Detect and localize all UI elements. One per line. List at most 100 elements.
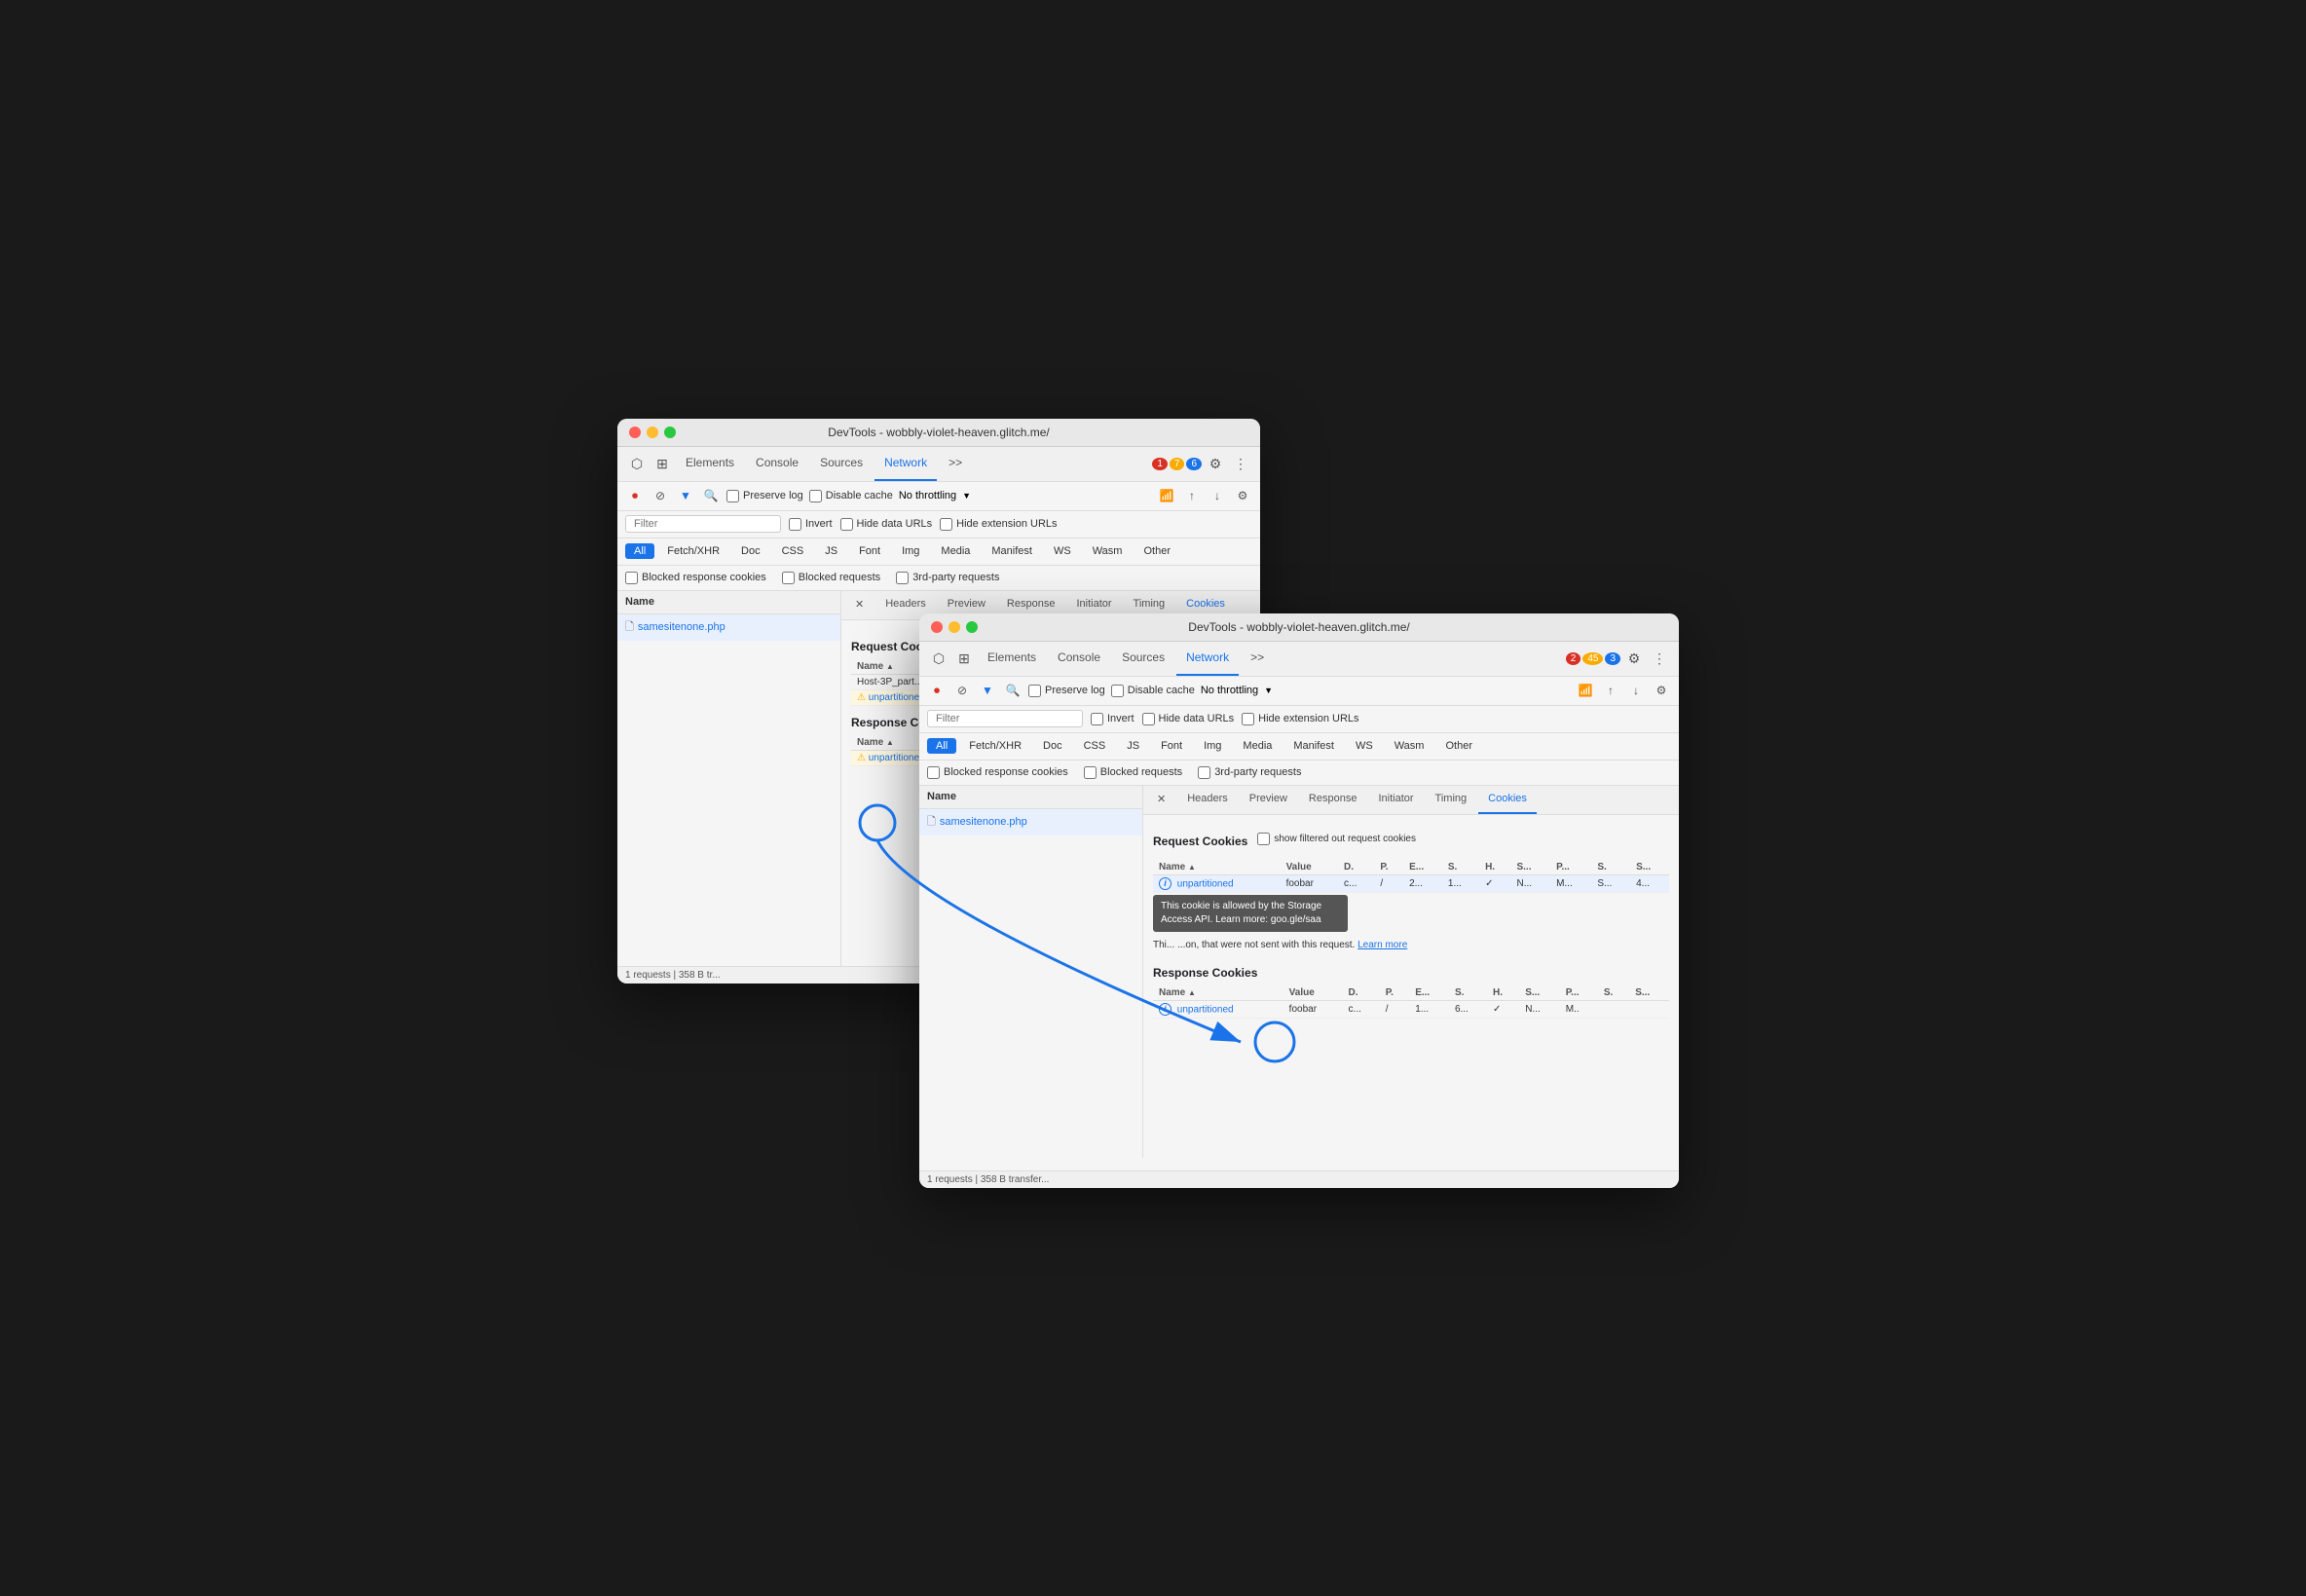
network-settings-icon-2[interactable]: ⚙ xyxy=(1652,681,1671,700)
device-icon-2[interactable]: ⊞ xyxy=(952,647,976,670)
device-icon[interactable]: ⊞ xyxy=(651,452,674,475)
invert-label-1[interactable]: Invert xyxy=(789,518,833,531)
blocked-response-label-1[interactable]: Blocked response cookies xyxy=(625,572,766,584)
detail-initiator-2[interactable]: Initiator xyxy=(1368,786,1423,814)
type-manifest-2[interactable]: Manifest xyxy=(1284,738,1343,754)
more-icon-1[interactable]: ⋮ xyxy=(1229,452,1252,475)
upload-icon-2[interactable]: ↑ xyxy=(1601,681,1620,700)
record-stop-icon-1[interactable]: ⏺ xyxy=(625,486,645,505)
search-icon-1[interactable]: 🔍 xyxy=(701,486,721,505)
tab-more-1[interactable]: >> xyxy=(939,447,972,481)
settings-icon-2[interactable]: ⚙ xyxy=(1622,647,1646,670)
throttling-arrow-2[interactable]: ▼ xyxy=(1264,686,1273,695)
type-ws-2[interactable]: WS xyxy=(1347,738,1382,754)
tab-network-1[interactable]: Network xyxy=(874,447,937,481)
third-party-checkbox-1[interactable] xyxy=(896,572,909,584)
hide-ext-checkbox-2[interactable] xyxy=(1242,713,1254,725)
blocked-response-label-2[interactable]: Blocked response cookies xyxy=(927,766,1068,779)
type-fetch-1[interactable]: Fetch/XHR xyxy=(658,543,728,559)
filter-input-1[interactable] xyxy=(625,515,781,533)
preserve-log-label-2[interactable]: Preserve log xyxy=(1028,685,1105,697)
type-css-1[interactable]: CSS xyxy=(773,543,813,559)
tab-elements-2[interactable]: Elements xyxy=(978,642,1046,676)
detail-cookies-2[interactable]: Cookies xyxy=(1478,786,1537,814)
type-fetch-2[interactable]: Fetch/XHR xyxy=(960,738,1030,754)
hide-data-urls-label-2[interactable]: Hide data URLs xyxy=(1142,713,1235,725)
invert-label-2[interactable]: Invert xyxy=(1091,713,1134,725)
tab-console-1[interactable]: Console xyxy=(746,447,808,481)
type-wasm-2[interactable]: Wasm xyxy=(1386,738,1433,754)
type-media-1[interactable]: Media xyxy=(932,543,979,559)
disable-cache-label-2[interactable]: Disable cache xyxy=(1111,685,1195,697)
filter-input-2[interactable] xyxy=(927,710,1083,727)
type-manifest-1[interactable]: Manifest xyxy=(983,543,1041,559)
table-row[interactable]: i unpartitioned foobar c... / 2... 1... … xyxy=(1153,874,1669,892)
hide-data-urls-checkbox-1[interactable] xyxy=(840,518,853,531)
third-party-checkbox-2[interactable] xyxy=(1198,766,1210,779)
tab-network-2[interactable]: Network xyxy=(1176,642,1239,676)
cursor-icon-2[interactable]: ⬡ xyxy=(927,647,950,670)
invert-checkbox-2[interactable] xyxy=(1091,713,1103,725)
table-row[interactable]: i unpartitioned foobar c... / 1... 6... … xyxy=(1153,1000,1669,1018)
download-icon-1[interactable]: ↓ xyxy=(1208,486,1227,505)
detail-timing-2[interactable]: Timing xyxy=(1426,786,1477,814)
close-button[interactable] xyxy=(629,427,641,438)
throttling-arrow-1[interactable]: ▼ xyxy=(962,491,971,501)
type-css-2[interactable]: CSS xyxy=(1075,738,1115,754)
minimize-button-2[interactable] xyxy=(948,621,960,633)
type-js-2[interactable]: JS xyxy=(1118,738,1148,754)
hide-ext-label-1[interactable]: Hide extension URLs xyxy=(940,518,1057,531)
show-filtered-label[interactable]: show filtered out request cookies xyxy=(1257,833,1416,845)
tab-console-2[interactable]: Console xyxy=(1048,642,1110,676)
type-img-1[interactable]: Img xyxy=(893,543,928,559)
name-row-1[interactable]: 🗋 samesitenone.php xyxy=(617,614,840,641)
network-settings-icon-1[interactable]: ⚙ xyxy=(1233,486,1252,505)
preserve-log-checkbox-1[interactable] xyxy=(726,490,739,502)
download-icon-2[interactable]: ↓ xyxy=(1626,681,1646,700)
blocked-requests-checkbox-1[interactable] xyxy=(782,572,795,584)
wifi-icon-2[interactable]: 📶 xyxy=(1576,681,1595,700)
type-font-2[interactable]: Font xyxy=(1152,738,1191,754)
type-img-2[interactable]: Img xyxy=(1195,738,1230,754)
third-party-label-2[interactable]: 3rd-party requests xyxy=(1198,766,1301,779)
clear-icon-1[interactable]: ⊘ xyxy=(651,486,670,505)
type-font-1[interactable]: Font xyxy=(850,543,889,559)
type-other-1[interactable]: Other xyxy=(1134,543,1179,559)
preserve-log-label-1[interactable]: Preserve log xyxy=(726,490,803,502)
type-doc-1[interactable]: Doc xyxy=(732,543,769,559)
show-filtered-checkbox[interactable] xyxy=(1257,833,1270,845)
type-all-1[interactable]: All xyxy=(625,543,654,559)
blocked-requests-label-1[interactable]: Blocked requests xyxy=(782,572,880,584)
blocked-requests-label-2[interactable]: Blocked requests xyxy=(1084,766,1182,779)
disable-cache-label-1[interactable]: Disable cache xyxy=(809,490,893,502)
tab-sources-1[interactable]: Sources xyxy=(810,447,873,481)
type-wasm-1[interactable]: Wasm xyxy=(1084,543,1132,559)
type-ws-1[interactable]: WS xyxy=(1045,543,1080,559)
blocked-response-checkbox-1[interactable] xyxy=(625,572,638,584)
hide-data-urls-label-1[interactable]: Hide data URLs xyxy=(840,518,933,531)
settings-icon-1[interactable]: ⚙ xyxy=(1204,452,1227,475)
blocked-requests-checkbox-2[interactable] xyxy=(1084,766,1097,779)
tab-sources-2[interactable]: Sources xyxy=(1112,642,1174,676)
filter-icon-2[interactable]: ▼ xyxy=(978,681,997,700)
invert-checkbox-1[interactable] xyxy=(789,518,801,531)
type-doc-2[interactable]: Doc xyxy=(1034,738,1071,754)
wifi-icon-1[interactable]: 📶 xyxy=(1157,486,1176,505)
disable-cache-checkbox-1[interactable] xyxy=(809,490,822,502)
record-stop-icon-2[interactable]: ⏺ xyxy=(927,681,947,700)
minimize-button[interactable] xyxy=(647,427,658,438)
disable-cache-checkbox-2[interactable] xyxy=(1111,685,1124,697)
type-other-2[interactable]: Other xyxy=(1436,738,1481,754)
detail-response-2[interactable]: Response xyxy=(1299,786,1367,814)
blocked-response-checkbox-2[interactable] xyxy=(927,766,940,779)
name-row-2[interactable]: 🗋 samesitenone.php xyxy=(919,809,1142,835)
upload-icon-1[interactable]: ↑ xyxy=(1182,486,1202,505)
third-party-label-1[interactable]: 3rd-party requests xyxy=(896,572,999,584)
detail-close-1[interactable]: ✕ xyxy=(845,591,874,619)
type-media-2[interactable]: Media xyxy=(1234,738,1281,754)
search-icon-2[interactable]: 🔍 xyxy=(1003,681,1023,700)
filter-icon-1[interactable]: ▼ xyxy=(676,486,695,505)
hide-data-urls-checkbox-2[interactable] xyxy=(1142,713,1155,725)
maximize-button-2[interactable] xyxy=(966,621,978,633)
tab-more-2[interactable]: >> xyxy=(1241,642,1274,676)
